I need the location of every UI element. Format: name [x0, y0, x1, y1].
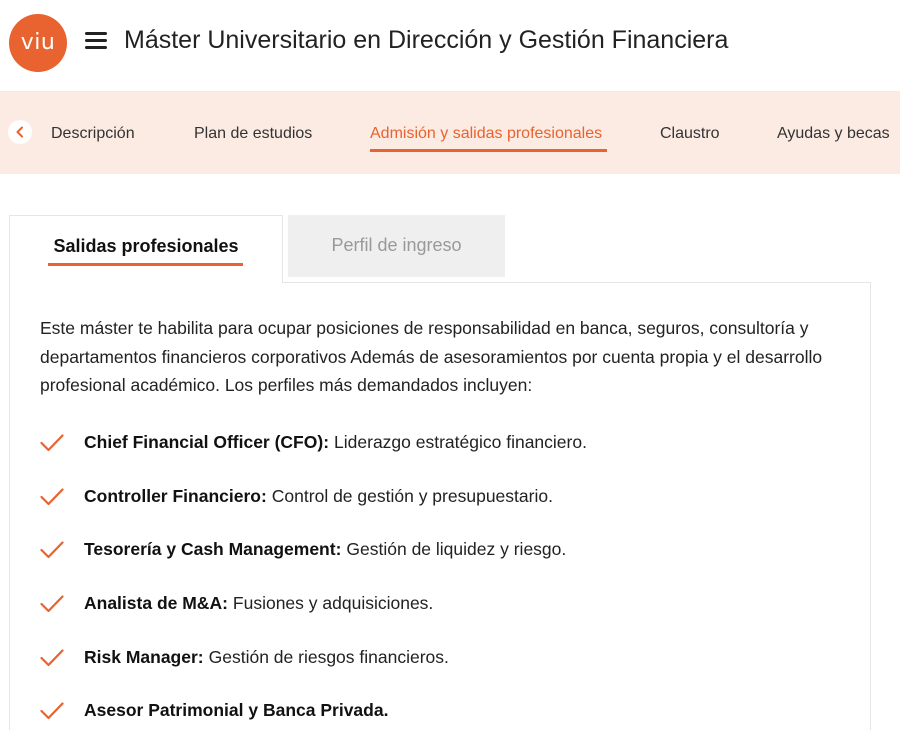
section-nav: Descripción Plan de estudios Admisión y …	[0, 92, 900, 174]
intro-paragraph: Este máster te habilita para ocupar posi…	[40, 318, 823, 395]
logo-text: viu	[20, 29, 56, 55]
tab-label: Salidas profesionales	[53, 236, 239, 256]
list-item: Tesorería y Cash Management: Gestión de …	[40, 539, 566, 560]
profile-desc: Gestión de riesgos financieros.	[208, 647, 449, 667]
nav-tab-admision[interactable]: Admisión y salidas profesionales	[370, 125, 602, 143]
profile-title: Controller Financiero:	[84, 486, 267, 506]
chevron-left-icon	[16, 126, 23, 138]
profile-title: Tesorería y Cash Management:	[84, 539, 342, 559]
hamburger-icon[interactable]	[85, 32, 107, 50]
nav-tab-descripcion[interactable]: Descripción	[51, 125, 135, 143]
list-item: Analista de M&A: Fusiones y adquisicione…	[40, 593, 433, 614]
page-title: Máster Universitario en Dirección y Gest…	[124, 26, 729, 54]
profile-title: Risk Manager:	[84, 647, 204, 667]
nav-tab-ayudas-y-becas[interactable]: Ayudas y becas	[777, 125, 890, 143]
profile-desc: Gestión de liquidez y riesgo.	[346, 539, 567, 559]
check-icon	[40, 701, 64, 719]
check-icon	[40, 540, 64, 558]
list-item: Asesor Patrimonial y Banca Privada.	[40, 700, 393, 721]
nav-tab-claustro[interactable]: Claustro	[660, 125, 720, 143]
list-item: Chief Financial Officer (CFO): Liderazgo…	[40, 432, 587, 453]
tab-label: Perfil de ingreso	[331, 235, 462, 255]
nav-tab-plan-de-estudios[interactable]: Plan de estudios	[194, 125, 312, 143]
nav-prev-button[interactable]	[8, 120, 32, 144]
check-icon	[40, 487, 64, 505]
profile-title: Analista de M&A:	[84, 593, 228, 613]
tab-salidas-profesionales[interactable]: Salidas profesionales	[9, 215, 283, 283]
profile-desc: Liderazgo estratégico financiero.	[334, 432, 587, 452]
tab-perfil-de-ingreso[interactable]: Perfil de ingreso	[288, 215, 505, 277]
profile-desc: Fusiones y adquisiciones.	[232, 593, 434, 613]
list-item: Risk Manager: Gestión de riesgos financi…	[40, 647, 449, 668]
check-icon	[40, 648, 64, 666]
viu-logo[interactable]: viu	[9, 14, 67, 72]
header: viu Máster Universitario en Dirección y …	[0, 0, 900, 92]
list-item: Controller Financiero: Control de gestió…	[40, 486, 553, 507]
check-icon	[40, 594, 64, 612]
profile-desc: Control de gestión y presupuestario.	[271, 486, 553, 506]
nav-active-underline	[370, 149, 607, 152]
profile-title: Chief Financial Officer (CFO):	[84, 432, 330, 452]
check-icon	[40, 433, 64, 451]
tab-active-underline	[48, 263, 243, 266]
profile-title: Asesor Patrimonial y Banca Privada.	[84, 700, 389, 720]
